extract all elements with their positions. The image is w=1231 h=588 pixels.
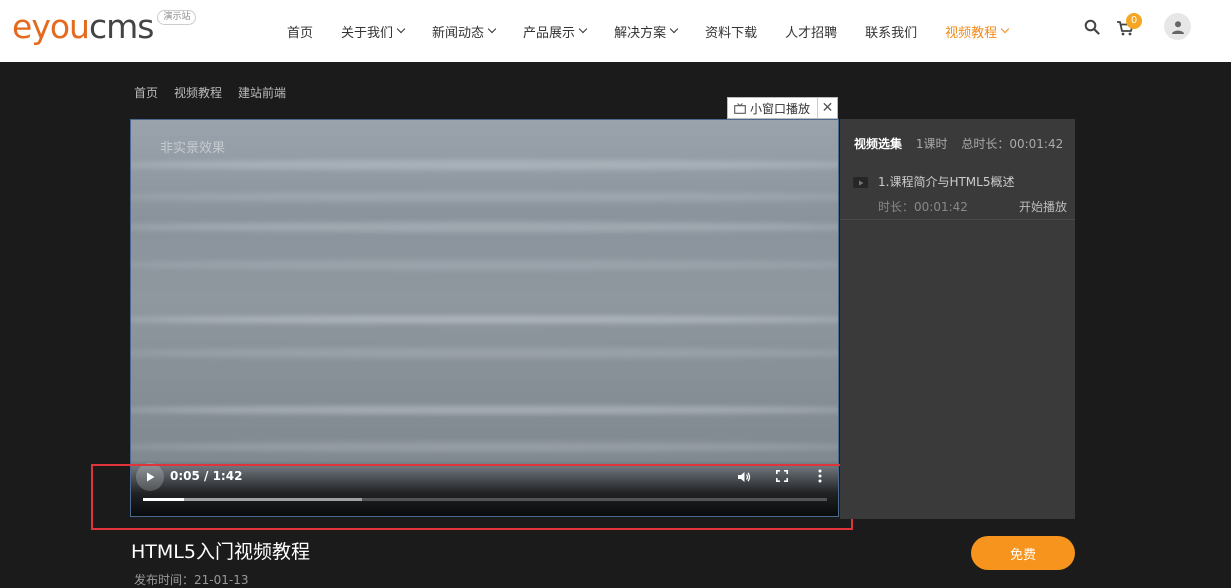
video-watermark: 非实景效果 (160, 141, 226, 156)
chevron-down-icon (669, 24, 679, 34)
nav-item-video-tutorials[interactable]: 视频教程 (931, 0, 1022, 62)
cart-count-badge: 0 (1126, 13, 1142, 29)
highlight-box (91, 464, 853, 530)
nav-item-downloads[interactable]: 资料下载 (691, 0, 771, 62)
site-logo[interactable]: eyoucms 演示站 (12, 7, 197, 48)
logo-text: eyoucms (12, 7, 154, 46)
nav-item-about[interactable]: 关于我们 (327, 0, 418, 62)
chevron-down-icon (487, 24, 497, 34)
chevron-down-icon (578, 24, 588, 34)
nav-item-products[interactable]: 产品展示 (509, 0, 600, 62)
playlist-item-duration: 时长：00:01:42 (878, 200, 968, 214)
free-button[interactable]: 免费 (971, 536, 1075, 570)
playlist-item[interactable]: 1.课程简介与HTML5概述 时长：00:01:42 开始播放 (840, 163, 1075, 220)
playlist-title: 视频选集 (854, 137, 903, 151)
playlist-header: 视频选集 1课时 总时长：00:01:42 (854, 135, 1063, 152)
user-icon (1171, 20, 1184, 34)
video-player[interactable]: 非实景效果 0:05 / 1:42 (130, 119, 839, 517)
playlist-panel: 视频选集 1课时 总时长：00:01:42 1.课程简介与HTML5概述 时长：… (840, 119, 1075, 519)
mini-window-label: 小窗口播放 (750, 101, 811, 116)
chevron-down-icon (396, 24, 406, 34)
site-header: eyoucms 演示站 首页 关于我们 新闻动态 产品展示 解决方案 资料下载 … (0, 0, 1231, 62)
tv-icon (734, 102, 746, 114)
nav-item-home[interactable]: 首页 (273, 0, 327, 62)
start-play-link[interactable]: 开始播放 (1019, 198, 1067, 215)
nav-item-news[interactable]: 新闻动态 (418, 0, 509, 62)
breadcrumb: 首页 视频教程 建站前端 (134, 84, 302, 101)
publish-date: 发布时间：21-01-13 (134, 573, 249, 587)
total-duration: 总时长：00:01:42 (961, 137, 1064, 151)
close-icon[interactable]: ✕ (817, 98, 837, 118)
playlist-item-title[interactable]: 1.课程简介与HTML5概述 (878, 173, 1014, 190)
logo-badge: 演示站 (157, 10, 197, 25)
course-title: HTML5入门视频教程 (131, 541, 310, 563)
main-nav: 首页 关于我们 新闻动态 产品展示 解决方案 资料下载 人才招聘 联系我们 视频… (273, 0, 1022, 62)
user-avatar[interactable] (1164, 13, 1191, 40)
nav-item-contact[interactable]: 联系我们 (851, 0, 931, 62)
chevron-down-icon (1000, 24, 1010, 34)
mini-window-play-button[interactable]: 小窗口播放 ✕ (727, 97, 838, 119)
video-icon (853, 177, 868, 188)
video-frame (131, 120, 838, 516)
search-icon[interactable] (1084, 19, 1100, 35)
nav-item-jobs[interactable]: 人才招聘 (771, 0, 851, 62)
breadcrumb-item-video-tutorials[interactable]: 视频教程 (174, 84, 222, 101)
breadcrumb-item-frontend[interactable]: 建站前端 (238, 84, 286, 101)
breadcrumb-item-home[interactable]: 首页 (134, 84, 158, 101)
lesson-count: 1课时 (915, 137, 948, 151)
nav-item-solutions[interactable]: 解决方案 (600, 0, 691, 62)
